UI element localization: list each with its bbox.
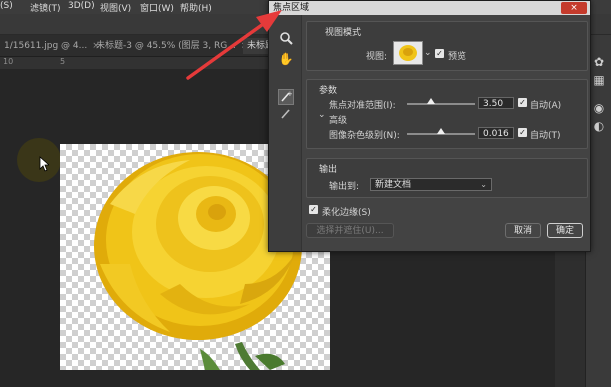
close-button[interactable]: ×	[561, 2, 587, 14]
svg-text:-: -	[287, 107, 290, 115]
menu-item[interactable]: (S)	[0, 1, 13, 11]
menu-item-view[interactable]: 视图(V)	[100, 1, 131, 14]
document-tab-label: 未标题-3 @ 45.5% (图层 3, RG...	[96, 41, 236, 51]
hand-icon[interactable]: ✋	[278, 51, 294, 67]
noise-level-label: 图像杂色级别(N):	[329, 131, 400, 141]
ruler-tick: 5	[60, 57, 66, 66]
document-tab-label: 1/15611.jpg @ 4...	[4, 41, 88, 51]
focus-range-auto-checkbox[interactable]: ✓	[518, 98, 527, 107]
menu-item-window[interactable]: 窗口(W)	[140, 1, 174, 14]
view-mode-heading: 视图模式	[325, 28, 362, 38]
output-to-value: 新建文档	[375, 180, 412, 190]
cancel-button[interactable]: 取消	[505, 223, 541, 238]
view-thumbnail[interactable]	[393, 41, 423, 65]
focus-area-dialog: 焦点区域 × ✋ + - 视图模式 视图: ⌄ ✓ 预览 参数 焦点对准范围(I…	[268, 0, 591, 252]
chevron-down-icon[interactable]: ⌄	[318, 110, 326, 120]
output-to-select[interactable]: 新建文档 ⌄	[370, 178, 492, 191]
noise-level-field[interactable]: 0.016	[478, 127, 514, 139]
parameters-heading: 参数	[319, 86, 338, 96]
output-heading: 输出	[319, 165, 338, 175]
tool-column: ✋ + -	[269, 15, 302, 251]
document-tab[interactable]: 未标题-3 @ 45.5% (图层 3, RG...×	[92, 38, 252, 54]
noise-level-slider-thumb[interactable]	[437, 128, 445, 134]
ruler-tick: 10	[3, 57, 14, 66]
preview-label: 预览	[448, 52, 467, 62]
output-to-label: 输出到:	[329, 182, 360, 192]
magnifier-icon[interactable]	[278, 31, 294, 47]
svg-text:+: +	[287, 90, 292, 98]
focus-range-label: 焦点对准范围(I):	[329, 101, 396, 111]
swatches-panel-icon[interactable]: ▦	[592, 73, 606, 87]
document-tab[interactable]: 1/15611.jpg @ 4... ×	[0, 38, 104, 54]
focus-range-slider-thumb[interactable]	[426, 98, 435, 104]
select-and-mask-button[interactable]: 选择并遮住(U)...	[306, 223, 394, 238]
soften-edge-checkbox[interactable]: ✓	[309, 205, 318, 214]
view-label: 视图:	[366, 52, 388, 62]
focus-range-slider[interactable]	[407, 103, 475, 105]
chevron-down-icon: ⌄	[480, 180, 487, 189]
focus-brush-subtract-icon[interactable]: -	[278, 106, 294, 123]
close-icon: ×	[570, 3, 578, 13]
noise-level-auto-label: 自动(T)	[530, 131, 561, 141]
advanced-label[interactable]: 高级	[329, 113, 347, 126]
output-section: 输出 输出到: 新建文档 ⌄	[306, 158, 588, 198]
focus-range-field[interactable]: 3.50	[478, 97, 514, 109]
adjustments-panel-icon[interactable]: ◐	[592, 119, 606, 133]
preview-checkbox[interactable]: ✓	[435, 49, 444, 58]
parameters-section: 参数 焦点对准范围(I): 3.50 ✓ 自动(A) ⌄ 高级 图像杂色级别(N…	[306, 79, 588, 149]
chevron-down-icon[interactable]: ⌄	[424, 48, 432, 58]
menu-item-filter[interactable]: 滤镜(T)	[30, 1, 61, 14]
ok-button[interactable]: 确定	[547, 223, 583, 238]
noise-level-auto-checkbox[interactable]: ✓	[518, 128, 527, 137]
view-mode-section: 视图模式 视图: ⌄ ✓ 预览	[306, 21, 588, 71]
menu-item-3d[interactable]: 3D(D)	[68, 1, 95, 11]
layers-panel-icon[interactable]: ◉	[592, 101, 606, 115]
menu-item-help[interactable]: 帮助(H)	[180, 1, 212, 14]
dialog-title: 焦点区域	[273, 3, 310, 13]
soften-edge-label: 柔化边缘(S)	[322, 208, 371, 218]
focus-brush-add-icon[interactable]: +	[278, 89, 294, 105]
focus-range-auto-label: 自动(A)	[530, 101, 562, 111]
color-panel-icon[interactable]: ✿	[592, 55, 606, 69]
dialog-titlebar[interactable]: 焦点区域 ×	[269, 1, 590, 15]
mouse-pointer-icon	[39, 156, 49, 172]
